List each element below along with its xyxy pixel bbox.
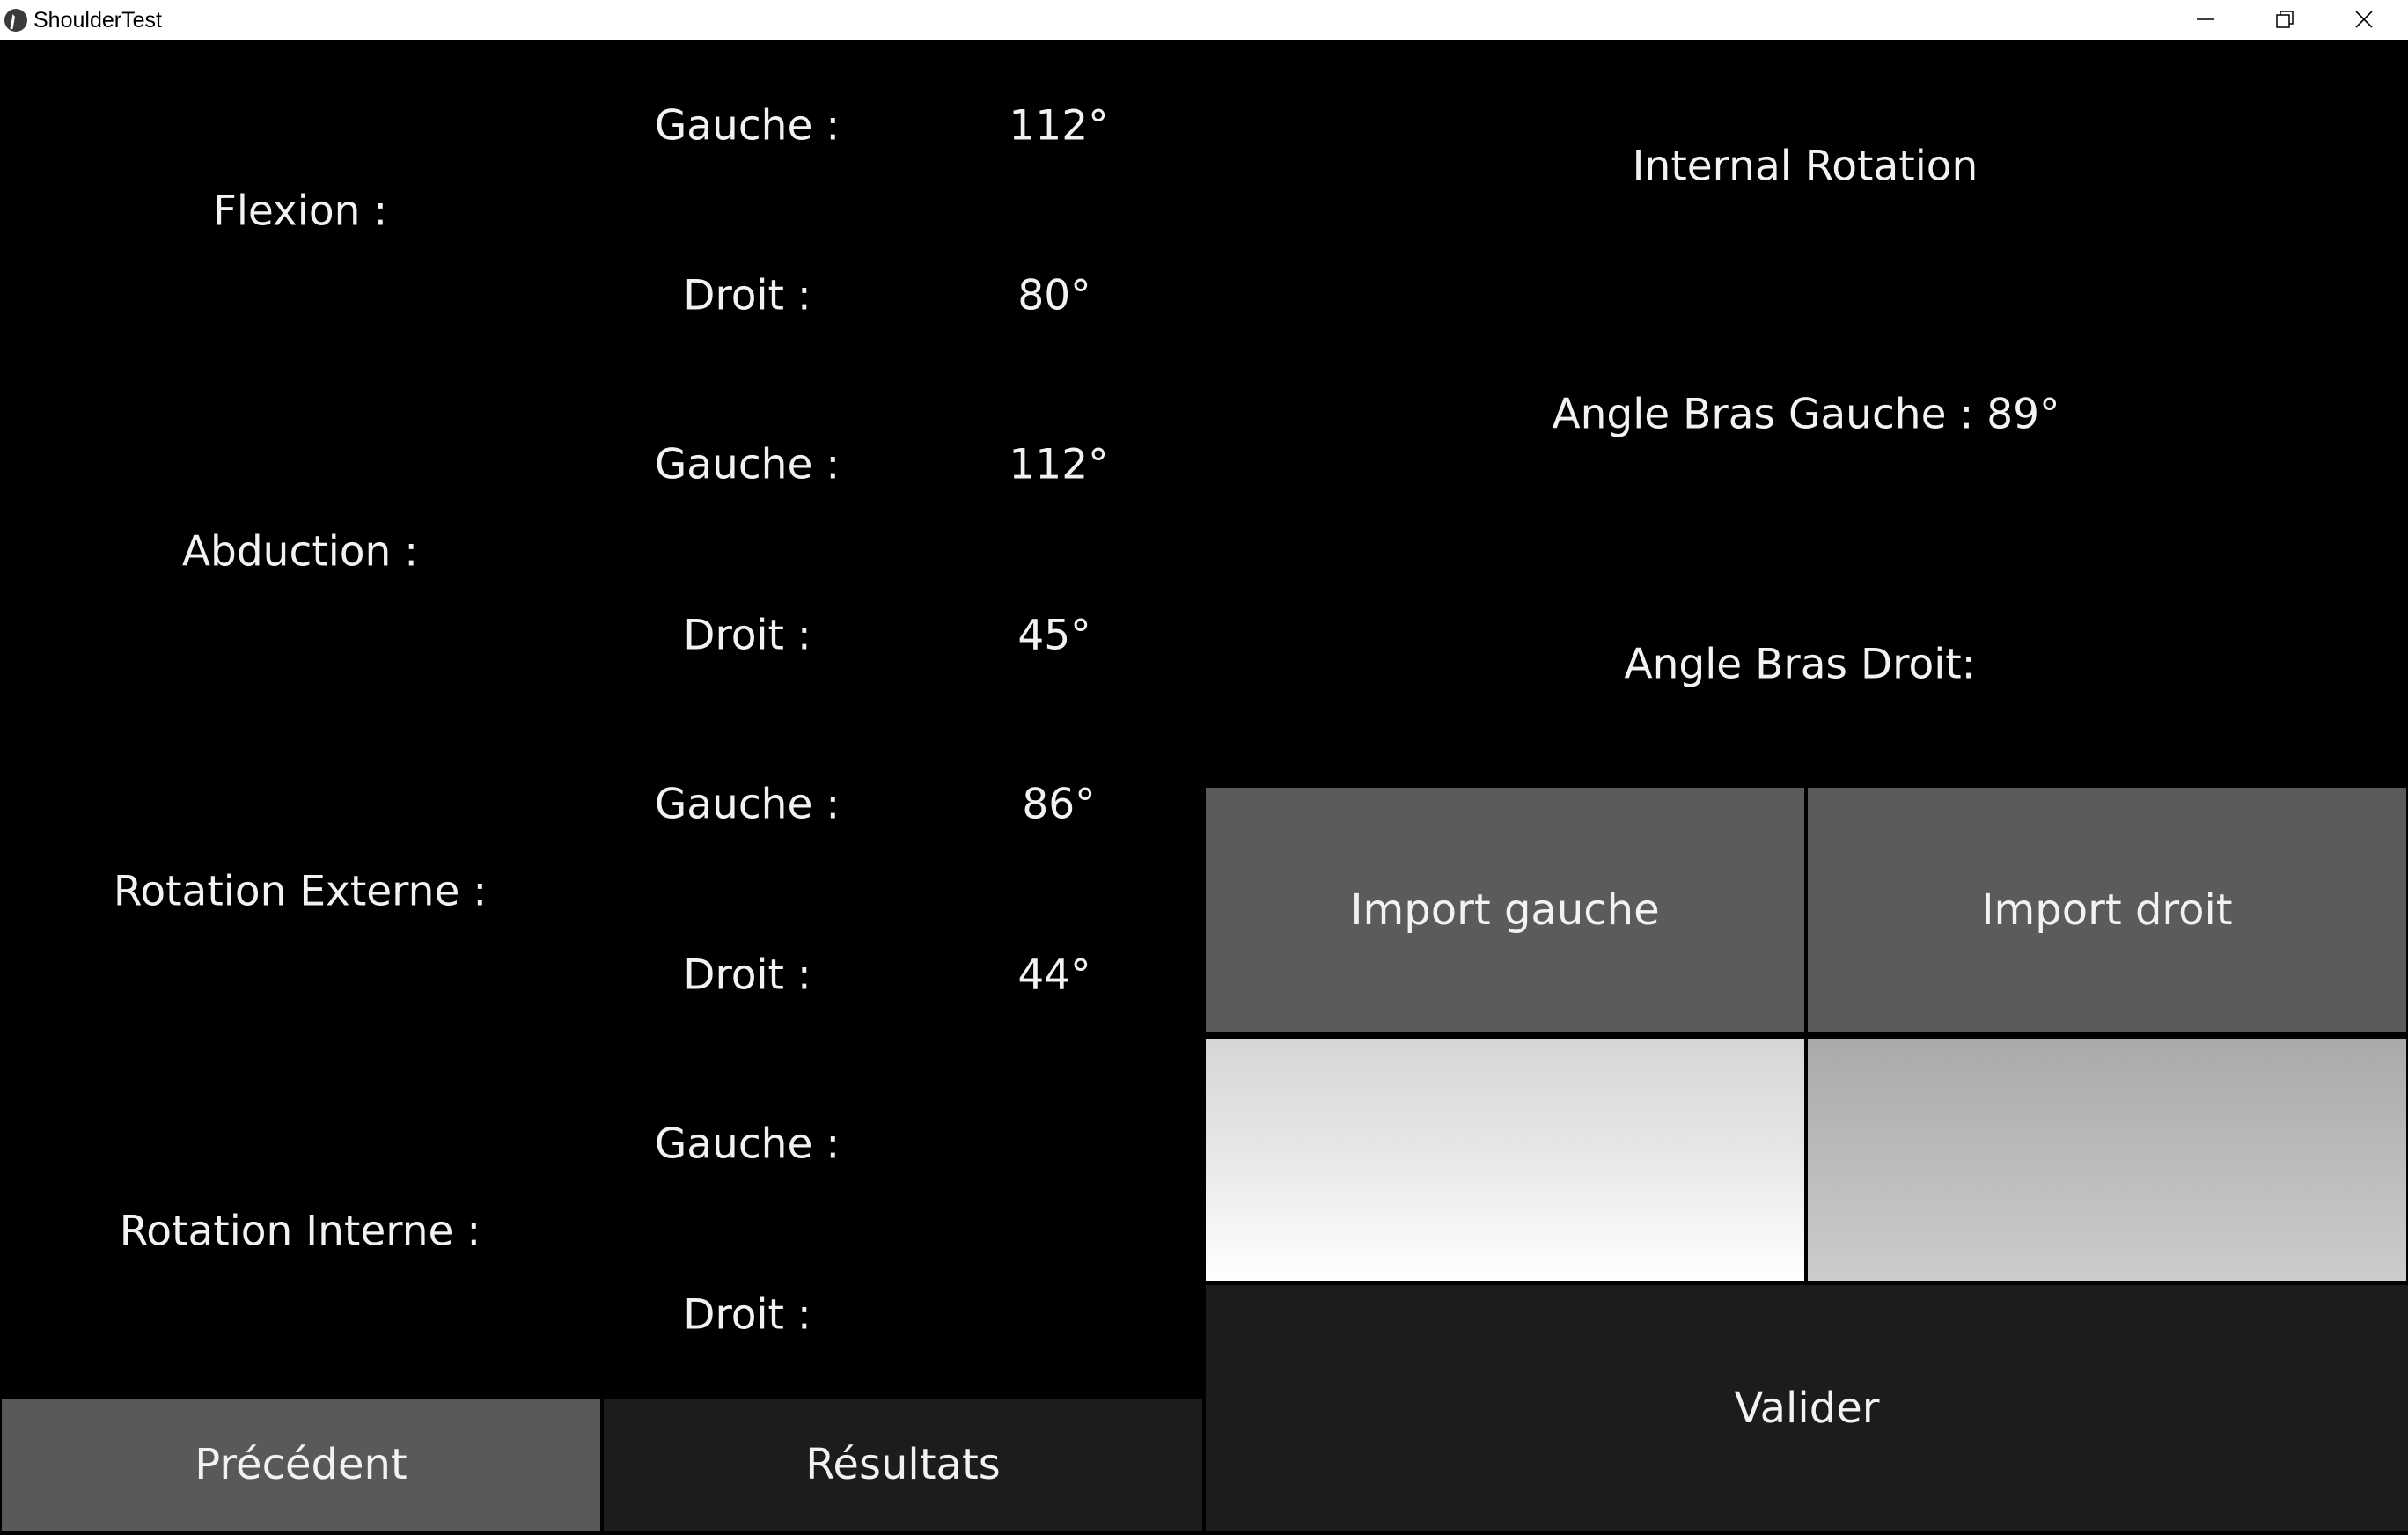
panel-title: Internal Rotation bbox=[1632, 142, 1979, 191]
precedent-button[interactable]: Précédent bbox=[2, 1399, 600, 1531]
rotation-interne-droit-label: Droit : bbox=[683, 1290, 811, 1340]
valider-button[interactable]: Valider bbox=[1206, 1285, 2408, 1531]
app-window: ShoulderTest Flexion : Gauche : 112° Dro… bbox=[0, 0, 2408, 1535]
rotation-externe-gauche-value: 86° bbox=[1022, 780, 1096, 829]
rotation-interne-label: Rotation Interne : bbox=[119, 1207, 481, 1256]
minimize-icon bbox=[2197, 18, 2214, 20]
flexion-gauche-value: 112° bbox=[1009, 101, 1109, 151]
rotation-interne-gauche-label: Gauche : bbox=[654, 1120, 841, 1169]
abduction-droit-label: Droit : bbox=[683, 611, 811, 660]
minimize-button[interactable] bbox=[2165, 0, 2244, 40]
close-button[interactable] bbox=[2324, 0, 2403, 40]
image-preview-gauche bbox=[1206, 1039, 1804, 1281]
rotation-externe-droit-value: 44° bbox=[1017, 951, 1091, 1000]
flexion-droit-value: 80° bbox=[1017, 271, 1091, 320]
abduction-gauche-label: Gauche : bbox=[654, 440, 841, 489]
angle-bras-droit: Angle Bras Droit: bbox=[1624, 640, 1976, 689]
rotation-externe-droit-label: Droit : bbox=[683, 951, 811, 1000]
window-title: ShoulderTest bbox=[33, 8, 162, 33]
rotation-externe-label: Rotation Externe : bbox=[113, 867, 488, 916]
rotation-externe-gauche-label: Gauche : bbox=[654, 780, 841, 829]
close-icon bbox=[2355, 11, 2373, 28]
import-gauche-button[interactable]: Import gauche bbox=[1206, 788, 1804, 1032]
image-preview-droit bbox=[1808, 1039, 2406, 1281]
abduction-droit-value: 45° bbox=[1017, 611, 1091, 660]
abduction-gauche-value: 112° bbox=[1009, 440, 1109, 489]
import-droit-button[interactable]: Import droit bbox=[1808, 788, 2406, 1032]
resultats-button[interactable]: Résultats bbox=[604, 1399, 1202, 1531]
app-logo-icon bbox=[4, 9, 27, 32]
angle-bras-gauche: Angle Bras Gauche : 89° bbox=[1552, 390, 2060, 439]
title-bar: ShoulderTest bbox=[0, 0, 2408, 40]
restore-icon bbox=[2276, 11, 2294, 28]
restore-button[interactable] bbox=[2244, 0, 2324, 40]
flexion-gauche-label: Gauche : bbox=[654, 101, 841, 151]
abduction-label: Abduction : bbox=[181, 527, 419, 577]
flexion-droit-label: Droit : bbox=[683, 271, 811, 320]
flexion-label: Flexion : bbox=[212, 187, 388, 236]
